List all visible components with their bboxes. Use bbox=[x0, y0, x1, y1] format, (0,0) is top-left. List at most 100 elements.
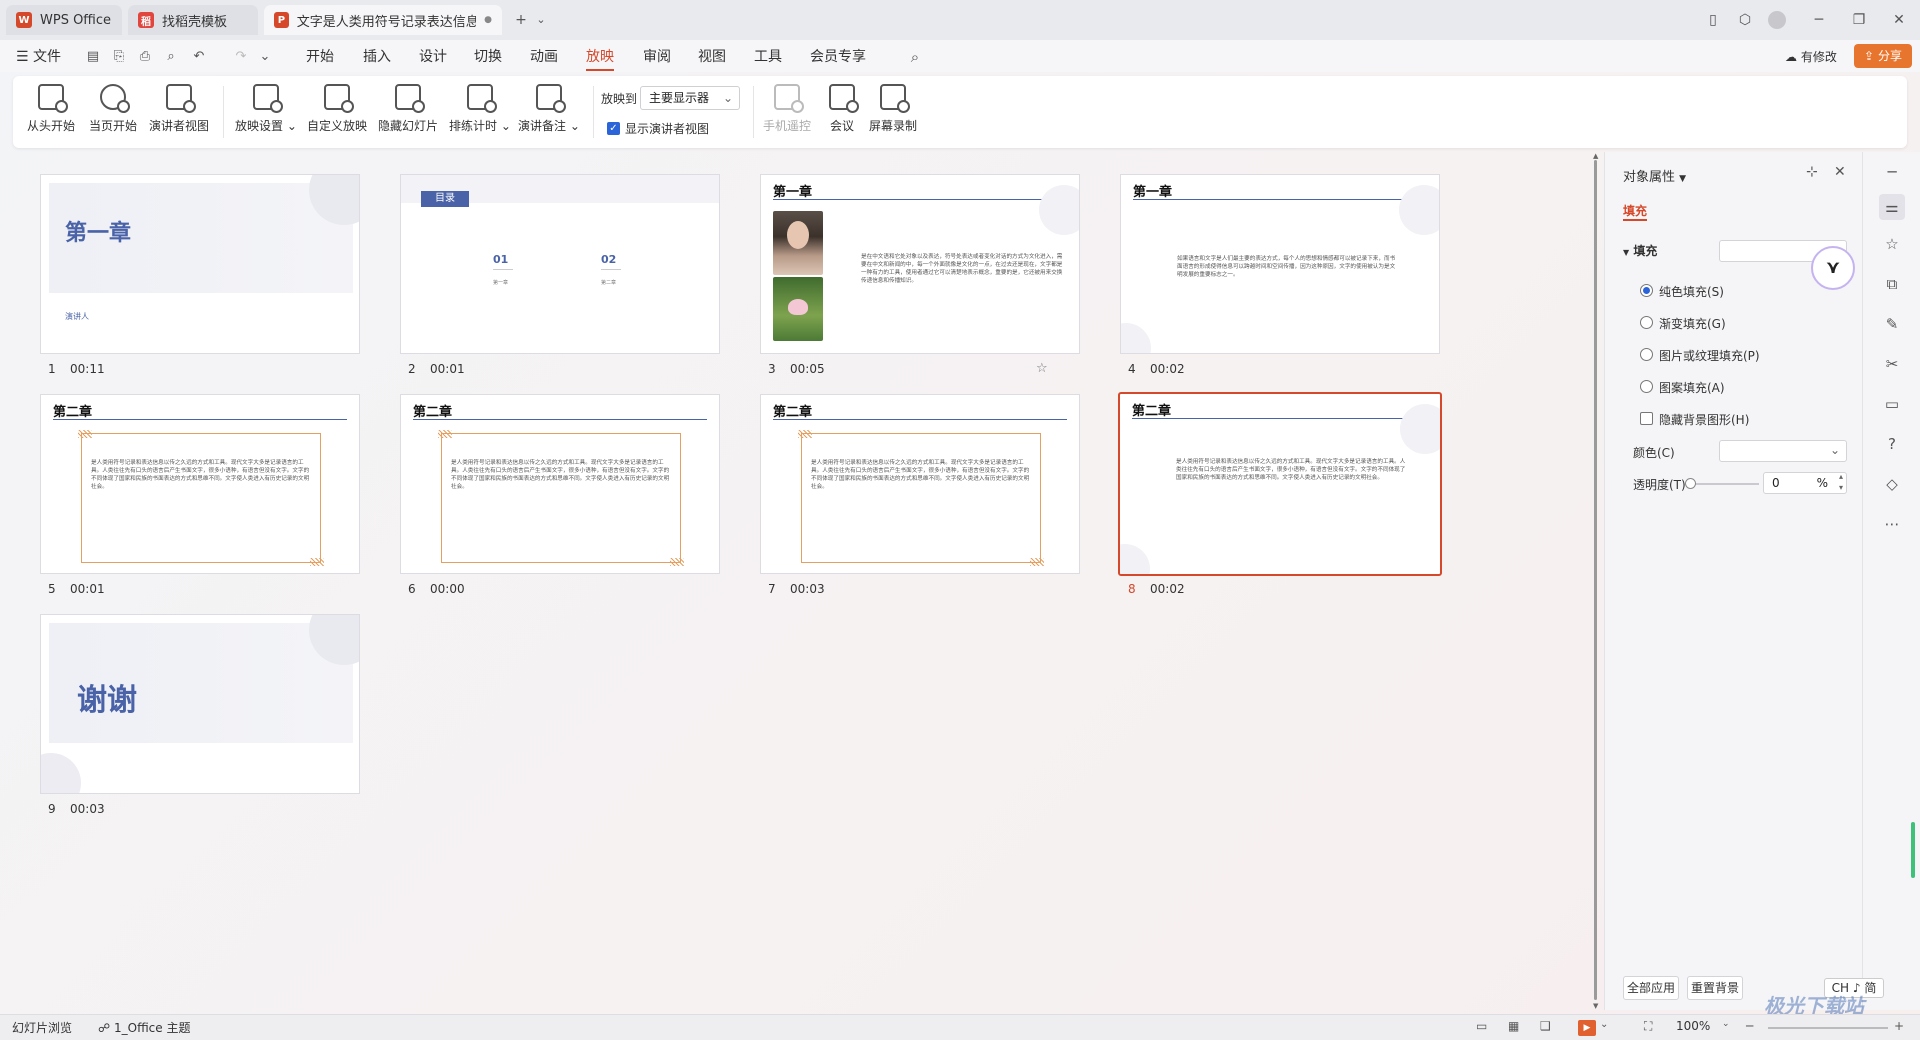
menu-tools[interactable]: 工具 bbox=[754, 46, 782, 68]
redo-icon[interactable]: ↷ bbox=[232, 48, 250, 66]
slide-thumbnail-1[interactable]: 第一章 演讲人 bbox=[40, 174, 360, 354]
slide-thumbnail-9[interactable]: 谢谢 bbox=[40, 614, 360, 794]
slide-thumbnail-3[interactable]: 第一章 是在中文语和它处对象以及表达，符号处表达或者变化对话的方式为文化进入，需… bbox=[760, 174, 1080, 354]
play-slideshow-icon[interactable]: ▶ bbox=[1578, 1020, 1596, 1036]
play-to-select[interactable]: 主要显示器 ⌄ bbox=[640, 86, 740, 110]
edit-icon[interactable]: ✎ bbox=[1882, 314, 1902, 334]
file-menu[interactable]: ☰ 文件 bbox=[16, 46, 61, 68]
menu-home[interactable]: 开始 bbox=[306, 46, 334, 68]
zoom-in-icon[interactable]: + bbox=[1894, 1019, 1904, 1033]
zoom-out-icon[interactable]: ─ bbox=[1746, 1019, 1753, 1033]
search-icon[interactable]: ⌕ bbox=[906, 48, 924, 66]
scroll-down-icon[interactable]: ▼ bbox=[1593, 1002, 1598, 1010]
phone-remote-button[interactable]: 手机遥控 bbox=[763, 84, 811, 142]
color-select[interactable]: ⌄ bbox=[1719, 440, 1847, 462]
menu-review[interactable]: 审阅 bbox=[643, 46, 671, 68]
save-icon[interactable]: ▤ bbox=[84, 48, 102, 66]
apply-all-button[interactable]: 全部应用 bbox=[1623, 976, 1679, 1000]
scrollbar-thumb[interactable] bbox=[1594, 160, 1597, 1000]
shapes-icon[interactable]: ◇ bbox=[1882, 474, 1902, 494]
slide-thumbnail-6[interactable]: 第二章 是人类用符号记录和表达信息以传之久远的方式和工具。现代文字大多是记录语言… bbox=[400, 394, 720, 574]
collapse-rail-icon[interactable]: ─ bbox=[1882, 162, 1902, 182]
export-icon[interactable]: ⎘ bbox=[110, 48, 128, 66]
quick-access-dropdown-icon[interactable]: ⌄ bbox=[256, 48, 274, 66]
transparency-input[interactable]: 0 % ▴ ▾ bbox=[1763, 472, 1847, 494]
menu-design[interactable]: 设计 bbox=[419, 46, 447, 68]
undo-icon[interactable]: ↶ bbox=[190, 48, 208, 66]
star-icon[interactable]: ☆ bbox=[1036, 361, 1048, 376]
restore-icon[interactable]: ❐ bbox=[1848, 9, 1870, 31]
new-tab-button[interactable]: + bbox=[510, 9, 532, 31]
custom-slideshow-button[interactable]: 自定义放映 bbox=[307, 84, 367, 142]
slide-thumbnail-8[interactable]: 第二章 是人类用符号记录和表达信息以传之久远的方式和工具。现代文字大多是记录语言… bbox=[1118, 392, 1442, 576]
print-preview-icon[interactable]: ⌕ bbox=[162, 48, 180, 66]
solid-fill-radio[interactable] bbox=[1640, 284, 1653, 297]
play-dropdown-icon[interactable]: ⌄ bbox=[1600, 1019, 1608, 1030]
pin-icon[interactable]: ⊹ bbox=[1806, 164, 1818, 180]
sorter-view-icon[interactable]: ▦ bbox=[1508, 1019, 1519, 1033]
slideshow-settings-button[interactable]: 放映设置 ⌄ bbox=[235, 84, 297, 142]
book-icon[interactable]: ▭ bbox=[1882, 394, 1902, 414]
presenter-view-button[interactable]: 演讲者视图 bbox=[149, 84, 209, 142]
help-icon[interactable]: ? bbox=[1882, 434, 1902, 454]
picture-fill-radio[interactable] bbox=[1640, 348, 1653, 361]
play-current-button[interactable]: 当页开始 bbox=[89, 84, 137, 142]
speaker-notes-button[interactable]: 演讲备注 ⌄ bbox=[518, 84, 580, 142]
theme-label[interactable]: ☍ 1_Office 主题 bbox=[98, 1019, 190, 1036]
star-tool-icon[interactable]: ☆ bbox=[1882, 234, 1902, 254]
layout-icon[interactable]: ▯ bbox=[1702, 9, 1724, 31]
fill-section-header[interactable]: ▼ 填充 bbox=[1623, 242, 1657, 259]
share-button[interactable]: ⇪ 分享 bbox=[1854, 44, 1912, 68]
pattern-fill-radio[interactable] bbox=[1640, 380, 1653, 393]
scroll-up-icon[interactable]: ▲ bbox=[1593, 152, 1598, 160]
zoom-level[interactable]: 100% bbox=[1676, 1019, 1710, 1033]
minimize-icon[interactable]: ─ bbox=[1808, 9, 1830, 31]
zoom-dropdown-icon[interactable]: ⌄ bbox=[1722, 1019, 1730, 1029]
close-panel-icon[interactable]: ✕ bbox=[1834, 164, 1846, 180]
assistant-icon[interactable]: ⋎ bbox=[1811, 246, 1855, 290]
rehearse-timing-button[interactable]: 排练计时 ⌄ bbox=[449, 84, 511, 142]
tools-icon[interactable]: ✂ bbox=[1882, 354, 1902, 374]
reset-background-button[interactable]: 重置背景 bbox=[1687, 976, 1743, 1000]
menu-animation[interactable]: 动画 bbox=[530, 46, 558, 68]
slide-thumbnail-7[interactable]: 第二章 是人类用符号记录和表达信息以传之久远的方式和工具。现代文字大多是记录语言… bbox=[760, 394, 1080, 574]
slide-thumbnail-5[interactable]: 第二章 是人类用符号记录和表达信息以传之久远的方式和工具。现代文字大多是记录语言… bbox=[40, 394, 360, 574]
tab-fill[interactable]: 填充 bbox=[1623, 202, 1647, 219]
menu-transition[interactable]: 切换 bbox=[474, 46, 502, 68]
hide-slide-button[interactable]: 隐藏幻灯片 bbox=[378, 84, 438, 142]
menu-insert[interactable]: 插入 bbox=[363, 46, 391, 68]
hide-background-checkbox[interactable] bbox=[1640, 412, 1653, 425]
vertical-scrollbar[interactable]: ▲ ▼ bbox=[1592, 152, 1600, 1010]
reading-view-icon[interactable]: ❑ bbox=[1540, 1019, 1551, 1033]
slide-thumbnail-2[interactable]: 目录 01 02 第一章 第二章 bbox=[400, 174, 720, 354]
meeting-button[interactable]: 会议 bbox=[829, 84, 859, 142]
tab-list-dropdown[interactable]: ⌄ bbox=[530, 9, 552, 31]
close-window-icon[interactable]: ✕ bbox=[1888, 9, 1910, 31]
panel-title[interactable]: 对象属性 ▼ bbox=[1623, 166, 1686, 185]
tab-docer[interactable]: 稻 找稻壳模板 bbox=[128, 5, 258, 35]
menu-member[interactable]: 会员专享 bbox=[810, 46, 866, 68]
fit-window-icon[interactable]: ⛶ bbox=[1644, 1019, 1652, 1034]
properties-icon[interactable]: ⚌ bbox=[1879, 194, 1905, 220]
transparency-slider-track[interactable] bbox=[1689, 483, 1759, 485]
avatar[interactable] bbox=[1766, 9, 1788, 31]
presenter-view-checkbox[interactable]: ✓ 显示演讲者视图 bbox=[607, 120, 709, 137]
changes-status[interactable]: ☁ 有修改 bbox=[1785, 46, 1837, 68]
spinner-icon[interactable]: ▴ ▾ bbox=[1839, 471, 1843, 493]
more-icon[interactable]: ⋯ bbox=[1882, 514, 1902, 534]
print-icon[interactable]: ⎙ bbox=[136, 48, 154, 66]
menu-view[interactable]: 视图 bbox=[698, 46, 726, 68]
menu-slideshow[interactable]: 放映 bbox=[586, 46, 614, 71]
play-from-start-button[interactable]: 从头开始 bbox=[27, 84, 75, 142]
tab-wps-office[interactable]: W WPS Office bbox=[6, 5, 122, 35]
transparency-slider-thumb[interactable] bbox=[1685, 478, 1696, 489]
gradient-fill-radio[interactable] bbox=[1640, 316, 1653, 329]
slide-thumbnail-4[interactable]: 第一章 如果语言和文字是人们最主要的表达方式，每个人的思想和情感都可以被记录下来… bbox=[1120, 174, 1440, 354]
tab-document[interactable]: P 文字是人类用符号记录表达信息以 ● bbox=[264, 5, 502, 35]
view-mode-label[interactable]: 幻灯片浏览 bbox=[12, 1019, 72, 1036]
cube-icon[interactable]: ⬡ bbox=[1734, 9, 1756, 31]
normal-view-icon[interactable]: ▭ bbox=[1476, 1019, 1487, 1033]
screen-record-button[interactable]: 屏幕录制 bbox=[869, 84, 917, 142]
copy-icon[interactable]: ⧉ bbox=[1882, 274, 1902, 294]
zoom-slider[interactable] bbox=[1768, 1027, 1888, 1029]
